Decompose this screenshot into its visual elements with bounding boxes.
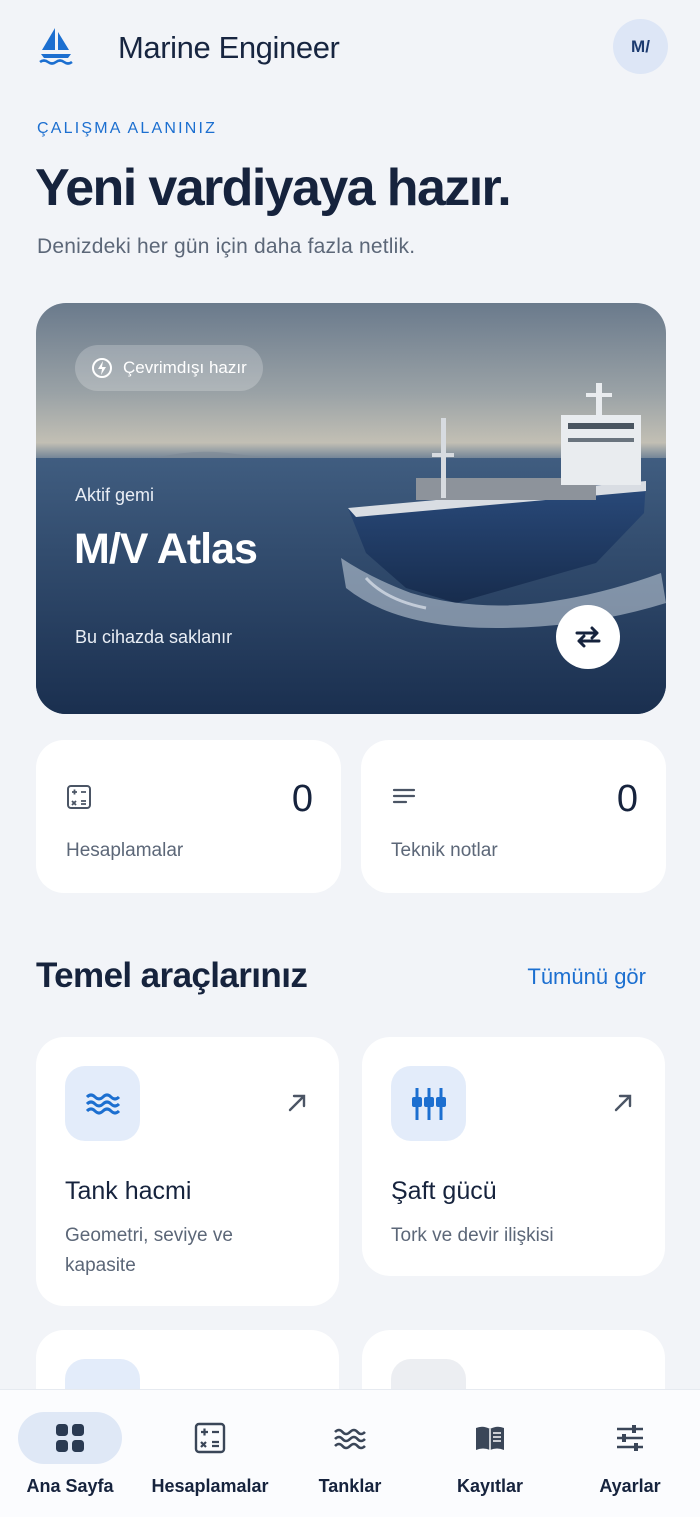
tool-description: Geometri, seviye ve kapasite bbox=[65, 1225, 233, 1276]
nav-item-tanks[interactable]: Tanklar bbox=[280, 1390, 420, 1517]
notes-stat-card[interactable]: 0 Teknik notlar bbox=[361, 740, 666, 893]
nav-pill bbox=[18, 1412, 122, 1464]
offline-badge-label: Çevrimdışı hazır bbox=[123, 358, 247, 377]
nav-pill bbox=[578, 1412, 682, 1464]
page-headline: Yeni vardiyaya hazır. bbox=[35, 159, 512, 217]
calculations-stat-card[interactable]: 0 Hesaplamalar bbox=[36, 740, 341, 893]
nav-pill bbox=[158, 1412, 262, 1464]
nav-label: Hesaplamalar bbox=[151, 1476, 269, 1496]
active-ship-label: Aktif gemi bbox=[75, 485, 155, 505]
nav-label: Ana Sayfa bbox=[26, 1476, 114, 1496]
avatar[interactable]: M/ bbox=[613, 19, 668, 74]
bottom-nav: Ana Sayfa Hesaplamalar Tanklar Kayıtlar … bbox=[0, 1389, 700, 1517]
tool-icon-box bbox=[65, 1066, 140, 1141]
shaft-icon bbox=[411, 1087, 446, 1120]
switch-ship-button[interactable] bbox=[556, 605, 620, 669]
see-all-link[interactable]: Tümünü gör bbox=[527, 964, 646, 990]
app-root: Marine Engineer M/ ÇALIŞMA ALANINIZ Yeni… bbox=[0, 0, 700, 1517]
bolt-icon bbox=[92, 358, 112, 378]
offline-badge: Çevrimdışı hazır bbox=[75, 345, 263, 391]
tool-description: Tork ve devir ilişkisi bbox=[391, 1225, 554, 1246]
nav-label: Tanklar bbox=[318, 1476, 382, 1496]
nav-label: Ayarlar bbox=[599, 1476, 661, 1496]
book-icon bbox=[476, 1426, 504, 1450]
notes-label: Teknik notlar bbox=[391, 840, 498, 861]
notes-count: 0 bbox=[616, 778, 638, 820]
nav-pill bbox=[298, 1412, 402, 1464]
calculator-icon bbox=[67, 785, 91, 809]
nav-item-home[interactable]: Ana Sayfa bbox=[0, 1390, 140, 1517]
sailboat-icon[interactable] bbox=[38, 26, 74, 66]
calculator-icon bbox=[194, 1422, 226, 1454]
calculations-label: Hesaplamalar bbox=[66, 840, 184, 861]
nav-item-logs[interactable]: Kayıtlar bbox=[420, 1390, 560, 1517]
sliders-icon bbox=[617, 1425, 643, 1451]
tool-icon-box bbox=[391, 1066, 466, 1141]
nav-item-calculations[interactable]: Hesaplamalar bbox=[140, 1390, 280, 1517]
storage-note: Bu cihazda saklanır bbox=[75, 627, 233, 647]
tool-title: Tank hacmi bbox=[65, 1177, 192, 1205]
tool-card-tank-volume[interactable]: Tank hacmi Geometri, seviye ve kapasite bbox=[36, 1037, 339, 1306]
nav-item-settings[interactable]: Ayarlar bbox=[560, 1390, 700, 1517]
waves-icon bbox=[334, 1428, 366, 1450]
nav-pill bbox=[438, 1412, 542, 1464]
page-subline: Denizdeki her gün için daha fazla netlik… bbox=[37, 235, 416, 258]
tools-section-title: Temel araçlarınız bbox=[36, 956, 308, 995]
nav-label: Kayıtlar bbox=[456, 1476, 524, 1496]
waves-icon bbox=[85, 1093, 120, 1114]
swap-arrows-icon bbox=[575, 626, 601, 648]
arrow-up-right-icon bbox=[614, 1094, 632, 1112]
tool-title: Şaft gücü bbox=[391, 1177, 497, 1205]
active-ship-card[interactable]: Çevrimdışı hazır Aktif gemi M/V Atlas Bu… bbox=[36, 303, 666, 714]
calculations-count: 0 bbox=[291, 778, 313, 820]
tool-card-shaft-power[interactable]: Şaft gücü Tork ve devir ilişkisi bbox=[362, 1037, 665, 1276]
arrow-up-right-icon bbox=[288, 1094, 306, 1112]
top-bar: Marine Engineer M/ bbox=[0, 0, 700, 98]
grid-icon bbox=[56, 1424, 84, 1452]
notes-icon bbox=[392, 788, 416, 804]
section-eyebrow: ÇALIŞMA ALANINIZ bbox=[37, 120, 218, 137]
app-title: Marine Engineer bbox=[118, 30, 340, 65]
active-ship-name: M/V Atlas bbox=[74, 525, 258, 573]
